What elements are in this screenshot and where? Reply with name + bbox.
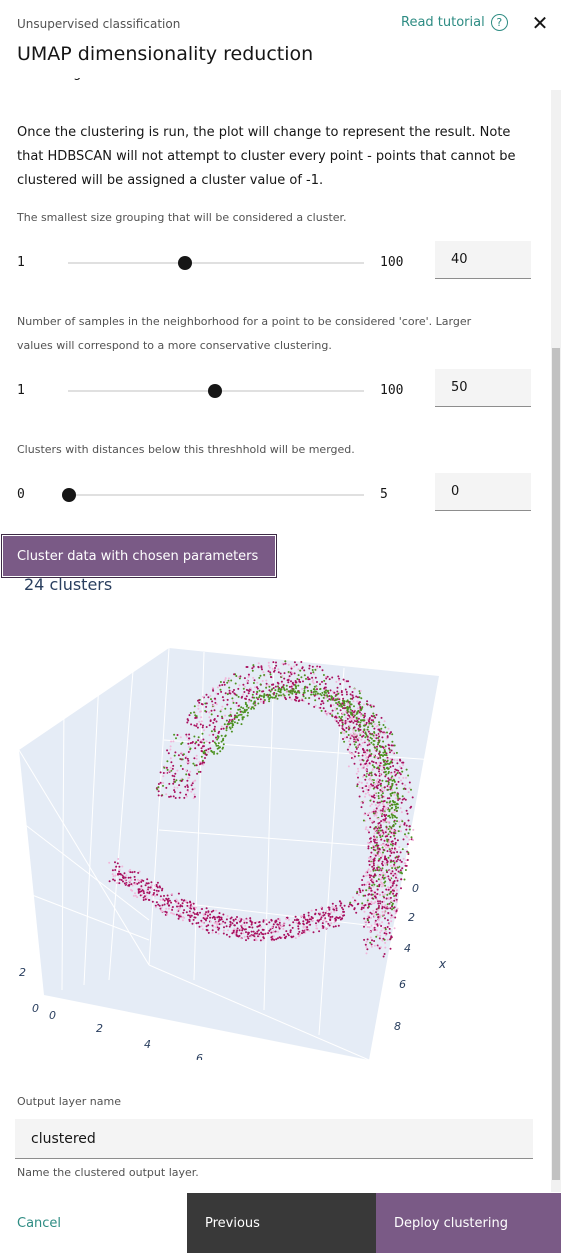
min-cluster-size-thumb[interactable] bbox=[178, 256, 192, 270]
cluster-data-button[interactable]: Cluster data with chosen parameters bbox=[1, 534, 277, 578]
cancel-link[interactable]: Cancel bbox=[17, 1216, 61, 1231]
min-samples-input[interactable]: 50 bbox=[435, 369, 531, 407]
x-tick: 2 bbox=[408, 911, 415, 924]
min-cluster-size-min: 1 bbox=[17, 255, 25, 270]
x-axis-ticks: 0 2 4 6 8 x bbox=[394, 882, 447, 1033]
question-circle-icon: ? bbox=[490, 14, 508, 31]
x-tick: 0 bbox=[412, 882, 419, 895]
previous-button[interactable]: Previous bbox=[187, 1193, 376, 1253]
z-tick: 6 bbox=[196, 1052, 203, 1060]
z-tick: 2 bbox=[96, 1022, 103, 1035]
y-tick: 2 bbox=[19, 966, 26, 979]
z-tick: 0 bbox=[49, 1009, 56, 1022]
epsilon-help: Clusters with distances below this thres… bbox=[17, 443, 355, 456]
umap-3d-plot[interactable]: 0 2 4 6 8 x 2 0 0 2 4 6 bbox=[14, 640, 454, 1065]
x-axis-title: x bbox=[438, 957, 447, 971]
cluster-count: 24 clusters bbox=[24, 575, 113, 594]
panel-title-overlay: UMAP dimensionality reduction bbox=[17, 43, 314, 65]
x-tick: 8 bbox=[394, 1020, 401, 1033]
min-cluster-size-help: The smallest size grouping that will be … bbox=[17, 211, 347, 224]
output-layer-help: Name the clustered output layer. bbox=[17, 1166, 199, 1179]
min-samples-min: 1 bbox=[17, 383, 25, 398]
scrollbar-thumb[interactable] bbox=[552, 348, 560, 1180]
read-tutorial-link-overlay[interactable]: Read tutorial ? bbox=[401, 14, 508, 31]
z-tick: 4 bbox=[144, 1038, 151, 1051]
output-layer-label: Output layer name bbox=[17, 1095, 121, 1108]
read-tutorial-label: Read tutorial bbox=[401, 15, 485, 30]
epsilon-input[interactable]: 0 bbox=[435, 473, 531, 511]
deploy-clustering-button[interactable]: Deploy clustering bbox=[376, 1193, 561, 1253]
intro-paragraph: Once the clustering is run, the plot wil… bbox=[17, 125, 516, 188]
panel-kicker-overlay: Unsupervised classification bbox=[17, 17, 181, 31]
min-cluster-size-input[interactable]: 40 bbox=[435, 241, 531, 279]
x-tick: 4 bbox=[404, 942, 411, 955]
umap-scene[interactable]: 0 2 4 6 8 x 2 0 0 2 4 6 bbox=[14, 640, 454, 1065]
output-layer-input[interactable]: clustered bbox=[15, 1119, 533, 1159]
min-samples-max: 100 bbox=[380, 383, 404, 398]
epsilon-slider[interactable] bbox=[68, 494, 364, 496]
min-cluster-size-slider[interactable] bbox=[68, 262, 364, 264]
min-samples-thumb[interactable] bbox=[208, 384, 222, 398]
min-cluster-size-max: 100 bbox=[380, 255, 404, 270]
intro-cut-line: clusterings. bbox=[17, 72, 93, 81]
x-tick: 6 bbox=[399, 978, 406, 991]
y-tick: 0 bbox=[32, 1002, 39, 1015]
epsilon-min: 0 bbox=[17, 487, 25, 502]
close-icon-overlay[interactable]: ✕ bbox=[530, 12, 550, 34]
epsilon-thumb[interactable] bbox=[62, 488, 76, 502]
epsilon-max: 5 bbox=[380, 487, 388, 502]
min-samples-help: Number of samples in the neighborhood fo… bbox=[17, 315, 472, 352]
